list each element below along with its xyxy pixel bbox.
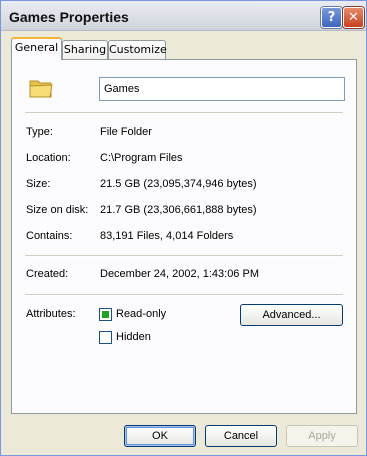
location-value: C:\Program Files: [100, 152, 183, 164]
general-tab-panel: Games Type: File Folder Location: C:\Pro…: [11, 59, 357, 414]
created-value: December 24, 2002, 1:43:06 PM: [100, 268, 259, 280]
size-label: Size:: [26, 178, 51, 190]
type-label: Type:: [26, 126, 53, 138]
folder-icon: [29, 80, 53, 98]
tab-customize[interactable]: Customize: [108, 40, 167, 59]
contains-value: 83,191 Files, 4,014 Folders: [100, 230, 234, 242]
read-only-checkbox[interactable]: [99, 308, 112, 321]
created-label: Created:: [26, 268, 69, 280]
contains-label: Contains:: [26, 230, 73, 242]
tab-general[interactable]: General: [11, 37, 62, 60]
size-on-disk-value: 21.7 GB (23,306,661,888 bytes): [100, 204, 257, 216]
size-value: 21.5 GB (23,095,374,946 bytes): [100, 178, 257, 190]
ok-button[interactable]: OK: [124, 425, 196, 447]
read-only-label[interactable]: Read-only: [116, 308, 166, 320]
separator: [25, 294, 343, 296]
attributes-label: Attributes:: [26, 308, 76, 320]
hidden-label[interactable]: Hidden: [116, 331, 151, 343]
location-label: Location:: [26, 152, 71, 164]
separator: [25, 255, 343, 257]
advanced-button[interactable]: Advanced...: [240, 304, 343, 326]
close-button[interactable]: ✕: [343, 7, 364, 28]
properties-dialog: Games Properties ? ✕ General Sharing Cus…: [0, 0, 367, 456]
size-on-disk-label: Size on disk:: [26, 204, 89, 216]
type-value: File Folder: [100, 126, 152, 138]
hidden-checkbox[interactable]: [99, 331, 112, 344]
window-title: Games Properties: [9, 9, 129, 25]
folder-name-input[interactable]: Games: [99, 77, 345, 101]
apply-button[interactable]: Apply: [286, 425, 358, 447]
help-button[interactable]: ?: [321, 7, 342, 28]
tab-sharing[interactable]: Sharing: [62, 40, 108, 59]
title-bar[interactable]: Games Properties ? ✕: [1, 1, 366, 31]
cancel-button[interactable]: Cancel: [205, 425, 277, 447]
separator: [25, 112, 343, 114]
